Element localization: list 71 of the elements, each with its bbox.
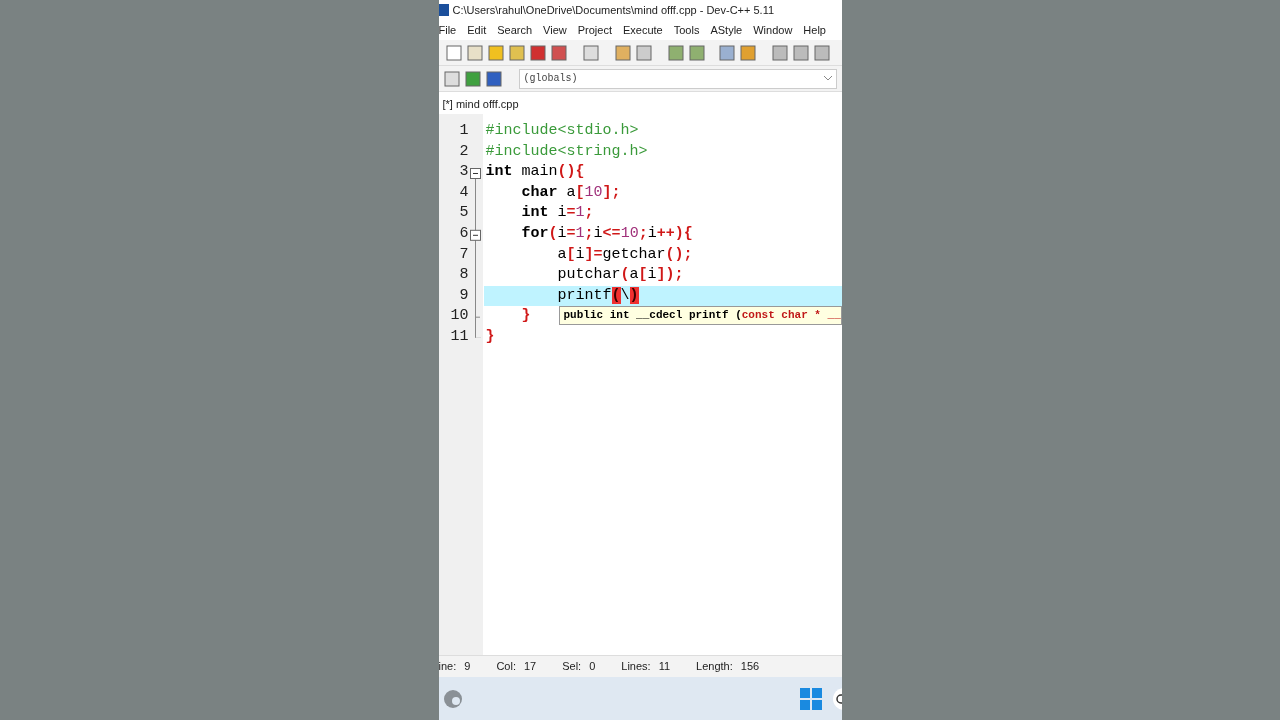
line-number: 8 xyxy=(459,265,469,286)
toolbar-icon[interactable] xyxy=(635,44,652,61)
toolbar-icon[interactable] xyxy=(466,44,483,61)
toolbar-icon[interactable] xyxy=(813,44,830,61)
menu-item[interactable]: Edit xyxy=(467,21,487,39)
scope-dropdown[interactable]: (globals) xyxy=(518,68,837,89)
status-value: 0 xyxy=(589,659,596,675)
status-label: ine: xyxy=(438,659,457,675)
status-label: Sel: xyxy=(562,659,582,675)
toolbar-icon[interactable] xyxy=(464,70,481,87)
menu-item[interactable]: Execute xyxy=(622,21,663,39)
status-label: Col: xyxy=(496,659,516,675)
toolbar-icon[interactable] xyxy=(550,44,567,61)
toolbar-icon[interactable] xyxy=(667,44,684,61)
toolbar-icon[interactable] xyxy=(718,44,735,61)
toolbar-icon[interactable] xyxy=(443,70,460,87)
line-number: 10 xyxy=(450,306,469,327)
status-value: 9 xyxy=(464,659,471,675)
window-title: C:\Users\rahul\OneDrive\Documents\mind offf.cpp - Dev-C++ 5.11 xyxy=(452,2,775,18)
fold-toggle-icon[interactable] xyxy=(469,167,481,179)
menu-item[interactable]: Search xyxy=(497,21,533,39)
toolbar-icon[interactable] xyxy=(445,44,462,61)
code-line: int i=1; xyxy=(520,203,594,224)
code-line: printf(\) xyxy=(556,285,639,306)
code-line: a[i]=getchar(); xyxy=(556,244,693,265)
toolbar-icon[interactable] xyxy=(485,70,502,87)
code-line: putchar(a[i]); xyxy=(556,265,684,286)
code-line: int main(){ xyxy=(485,162,585,183)
status-value: 17 xyxy=(523,659,537,675)
code-line: } xyxy=(520,306,531,327)
status-value: 156 xyxy=(740,659,760,675)
code-line: for(i=1;i<=10;i++){ xyxy=(520,224,693,244)
status-value: 11 xyxy=(658,659,671,675)
search-icon[interactable] xyxy=(831,686,842,711)
windows-logo-icon[interactable] xyxy=(799,687,822,710)
menu-item[interactable]: Help xyxy=(803,21,826,39)
menu-item[interactable]: View xyxy=(543,21,567,39)
menu-item[interactable]: Window xyxy=(753,21,793,39)
signature-tooltip: public int __cdecl printf (const char * __ xyxy=(558,306,842,325)
chevron-down-icon xyxy=(823,76,832,81)
toolbar-icon[interactable] xyxy=(508,44,525,61)
line-number: 9 xyxy=(459,285,469,306)
line-number: 6 xyxy=(459,224,469,244)
toolbar-icon[interactable] xyxy=(614,44,631,61)
line-number: 7 xyxy=(459,244,469,265)
toolbar-icon[interactable] xyxy=(771,44,788,61)
line-number: 11 xyxy=(450,327,469,347)
toolbar-icon[interactable] xyxy=(529,44,546,61)
line-number: 4 xyxy=(459,182,469,203)
line-number: 3 xyxy=(459,162,469,183)
menu-item[interactable]: Project xyxy=(577,21,612,39)
status-label: Length: xyxy=(696,659,733,675)
menu-item[interactable]: File xyxy=(438,21,457,39)
line-number: 5 xyxy=(459,203,469,224)
line-number: 1 xyxy=(459,121,469,142)
toolbar-icon[interactable] xyxy=(688,44,705,61)
status-label: Lines: xyxy=(621,659,651,675)
fold-toggle-icon[interactable] xyxy=(469,229,481,241)
toolbar-icon[interactable] xyxy=(582,44,599,61)
toolbar-icon[interactable] xyxy=(792,44,809,61)
toolbar-icon[interactable] xyxy=(739,44,756,61)
code-line: #include<string.h> xyxy=(485,141,648,162)
toolbar-icon[interactable] xyxy=(487,44,504,61)
menu-item[interactable]: AStyle xyxy=(710,21,743,39)
browser-icon[interactable] xyxy=(442,688,463,709)
code-line: #include<stdio.h> xyxy=(485,121,639,142)
code-line: char a[10]; xyxy=(520,182,621,203)
code-line: } xyxy=(485,327,495,347)
app-icon xyxy=(438,4,449,16)
menu-item[interactable]: Tools xyxy=(673,21,700,39)
line-number: 2 xyxy=(459,141,469,162)
